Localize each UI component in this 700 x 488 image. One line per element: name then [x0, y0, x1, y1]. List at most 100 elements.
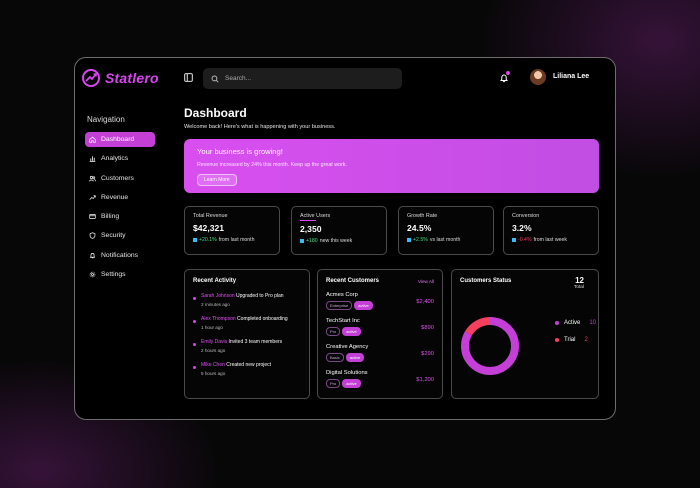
- sidebar-item-billing[interactable]: Billing: [85, 209, 155, 224]
- learn-more-button[interactable]: Learn More: [197, 174, 237, 186]
- users-icon: [89, 175, 96, 182]
- sidebar-item-settings[interactable]: Settings: [85, 267, 155, 282]
- legend-dot-active: [555, 321, 559, 325]
- status-badge: active: [342, 327, 361, 336]
- sidebar-item-dashboard[interactable]: Dashboard: [85, 132, 155, 147]
- stat-change-value: +180: [306, 238, 318, 244]
- plan-badge: Enterprise: [326, 301, 353, 310]
- stat-label: Total Revenue: [193, 213, 228, 219]
- legend-dot-trial: [555, 338, 559, 342]
- activity-action: Completed onboarding: [237, 316, 288, 322]
- banner-text: Revenue increased by 24% this month. Kee…: [197, 162, 347, 168]
- activity-time: 2 hours ago: [201, 348, 226, 353]
- table-row[interactable]: Creative Agency Basic active $290: [326, 344, 434, 362]
- total-label: Total: [573, 285, 584, 290]
- sidebar-item-security[interactable]: Security: [85, 228, 155, 243]
- customer-amount: $290: [421, 351, 434, 357]
- status-donut-chart: [461, 317, 519, 375]
- trending-up-icon: [89, 195, 96, 200]
- stat-value: 24.5%: [407, 223, 432, 233]
- sidebar-item-revenue[interactable]: Revenue: [85, 190, 155, 205]
- shield-icon: [89, 232, 96, 240]
- list-item[interactable]: Sarah Johnson Upgraded to Pro plan 2 min…: [193, 293, 301, 307]
- avatar[interactable]: [530, 69, 546, 85]
- page-subtitle: Welcome back! Here's what is happening w…: [184, 124, 336, 130]
- activity-user[interactable]: Mike Chen: [201, 362, 225, 368]
- stat-change-value: +2.5%: [413, 237, 428, 243]
- status-legend: Active 10 Trial 2: [555, 320, 596, 354]
- trend-icon: [407, 238, 411, 242]
- plan-badge: Pro: [326, 379, 341, 388]
- list-item[interactable]: Emily Davis Invited 3 team members 2 hou…: [193, 339, 301, 353]
- stat-value: $42,321: [193, 223, 225, 233]
- activity-action: Invited 3 team members: [228, 339, 283, 345]
- trend-icon: [300, 239, 304, 243]
- customer-amount: $890: [421, 325, 434, 331]
- sidebar-item-label: Settings: [101, 271, 126, 279]
- customer-amount: $1,200: [416, 377, 434, 383]
- stat-change: -0.4% from last week: [512, 237, 590, 243]
- stat-change-text: from last week: [533, 237, 568, 243]
- recent-customers-panel: Recent Customers View All Acmes Corp Ent…: [317, 269, 443, 399]
- legend-count: 2: [584, 337, 588, 343]
- stat-card-total-revenue: Total Revenue $42,321 +20.1% from last m…: [184, 206, 280, 255]
- app-window: Statlero Navigation Dashboard Analytics …: [74, 57, 616, 420]
- stat-underline: [300, 220, 316, 221]
- sidebar-item-label: Billing: [101, 213, 120, 221]
- activity-action: Created new project: [226, 362, 272, 368]
- stat-value: 2,350: [300, 224, 322, 234]
- view-all-link[interactable]: View All: [418, 279, 434, 284]
- legend-label: Trial: [564, 337, 576, 343]
- table-row[interactable]: Acmes Corp Enterprise active $2,400: [326, 292, 434, 310]
- sidebar-item-notifications[interactable]: Notifications: [85, 248, 155, 263]
- growth-banner: Your business is growing! Revenue increa…: [184, 139, 599, 193]
- search-bar[interactable]: [203, 68, 402, 89]
- customer-amount: $2,400: [416, 299, 434, 305]
- stat-change-text: from last month: [218, 237, 255, 243]
- legend-item-active: Active 10: [555, 320, 596, 326]
- stat-label: Growth Rate: [407, 213, 438, 219]
- status-badge: active: [342, 379, 361, 388]
- bullet-icon: [193, 320, 196, 323]
- banner-title: Your business is growing!: [197, 147, 283, 156]
- card-icon: [89, 214, 96, 220]
- app-name: Statlero: [105, 70, 159, 86]
- table-row[interactable]: Digital Solutions Pro active $1,200: [326, 370, 434, 388]
- sidebar-item-analytics[interactable]: Analytics: [85, 151, 155, 166]
- sidebar-item-label: Security: [101, 232, 126, 240]
- sidebar-item-customers[interactable]: Customers: [85, 171, 155, 186]
- stat-card-conversion: Conversion 3.2% -0.4% from last week: [503, 206, 599, 255]
- activity-user[interactable]: Sarah Johnson: [201, 293, 235, 299]
- legend-item-trial: Trial 2: [555, 337, 596, 343]
- nav-title: Navigation: [87, 115, 125, 124]
- stat-label: Conversion: [512, 213, 540, 219]
- stat-change-value: +20.1%: [199, 237, 217, 243]
- list-item[interactable]: Mike Chen Created new project 5 hours ag…: [193, 362, 301, 376]
- customers-status-panel: Customers Status 12 Total Active 10 Tria…: [451, 269, 599, 399]
- table-row[interactable]: TechStart Inc Pro active $890: [326, 318, 434, 336]
- page-title: Dashboard: [184, 106, 247, 120]
- user-name[interactable]: Liliana Lee: [553, 73, 589, 80]
- list-item[interactable]: Alex Thompson Completed onboarding 1 hou…: [193, 316, 301, 330]
- gear-icon: [89, 271, 96, 278]
- stat-change: +180 new this week: [300, 238, 378, 244]
- stat-change: +20.1% from last month: [193, 237, 271, 243]
- stat-change: +2.5% vs last month: [407, 237, 485, 243]
- sidebar-item-label: Revenue: [101, 193, 129, 201]
- activity-user[interactable]: Alex Thompson: [201, 316, 236, 322]
- customer-name: Digital Solutions: [326, 370, 368, 376]
- search-icon: [211, 75, 219, 83]
- stat-change-value: -0.4%: [518, 237, 532, 243]
- trend-icon: [512, 238, 516, 242]
- stat-card-growth-rate: Growth Rate 24.5% +2.5% vs last month: [398, 206, 494, 255]
- plan-badge: Pro: [326, 327, 341, 336]
- stat-card-active-users: Active Users 2,350 +180 new this week: [291, 206, 387, 255]
- app-logo[interactable]: Statlero: [81, 68, 159, 88]
- sidebar-item-label: Customers: [101, 174, 134, 182]
- search-input[interactable]: [225, 75, 375, 82]
- sidebar-toggle-icon[interactable]: [184, 73, 193, 82]
- stat-value: 3.2%: [512, 223, 532, 233]
- activity-user[interactable]: Emily Davis: [201, 339, 227, 345]
- customer-name: Acmes Corp: [326, 292, 358, 298]
- panel-title: Customers Status: [460, 278, 512, 284]
